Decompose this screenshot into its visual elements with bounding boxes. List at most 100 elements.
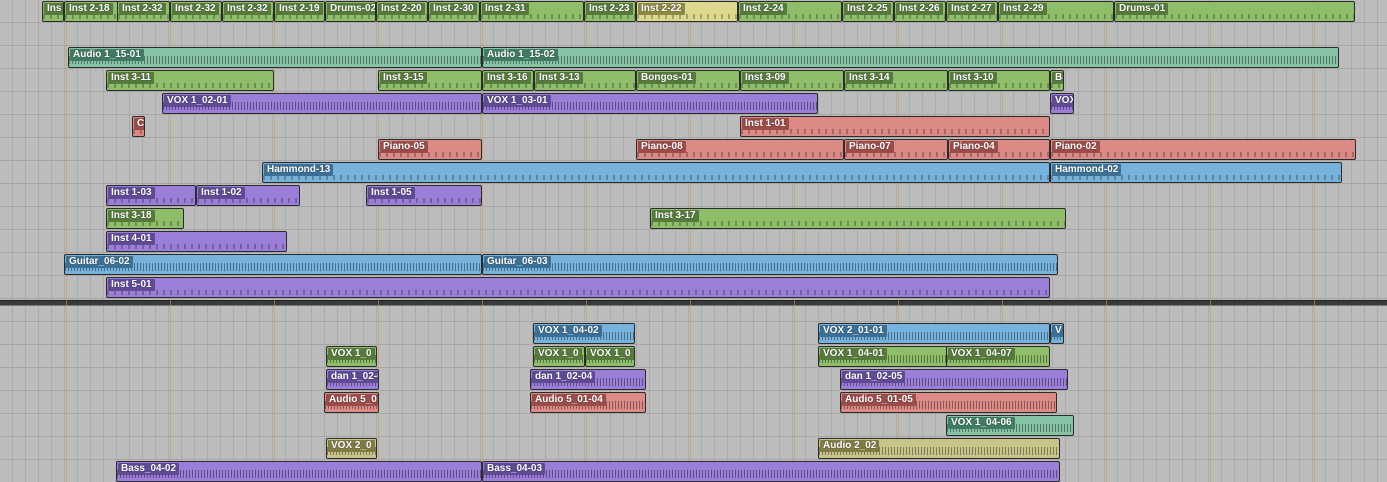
region-label: VOX 1_04-01 bbox=[820, 348, 887, 360]
midi-region[interactable]: Inst 1-01 bbox=[740, 116, 1050, 137]
region-label: Inst 3-13 bbox=[536, 72, 583, 84]
audio-region[interactable]: Audio 2_02 bbox=[818, 438, 1060, 459]
audio-region[interactable]: VOX 1_04-07 bbox=[946, 346, 1050, 367]
midi-region[interactable]: Inst 2-20 bbox=[376, 1, 428, 22]
region-label: dan 1_02-0 bbox=[328, 371, 378, 383]
audio-region[interactable]: dan 1_02-04 bbox=[530, 369, 646, 390]
bar-line bbox=[66, 0, 67, 482]
midi-region[interactable]: Inst 2-24 bbox=[738, 1, 842, 22]
arrange-area[interactable]: Ins Inst 2-18 Inst 2-32 Inst 2-32 Inst 2-32 I… bbox=[0, 0, 1387, 482]
region-label: Audio 1_15-02 bbox=[484, 49, 558, 61]
audio-region[interactable]: VOX 1_04-06 bbox=[946, 415, 1074, 436]
midi-region[interactable]: Inst 2-25 bbox=[842, 1, 894, 22]
audio-region[interactable]: VOX bbox=[1050, 93, 1074, 114]
midi-region[interactable]: Inst 2-31 bbox=[480, 1, 584, 22]
midi-region[interactable]: Ins bbox=[42, 1, 64, 22]
region-label: Audio 5_01-04 bbox=[532, 394, 606, 406]
midi-region[interactable]: Bongos-01 bbox=[636, 70, 740, 91]
region-label: Guitar_06-03 bbox=[484, 256, 551, 268]
midi-region[interactable]: Inst 4-01 bbox=[106, 231, 287, 252]
midi-region[interactable]: Hammond-13 bbox=[262, 162, 1050, 183]
midi-region[interactable]: Inst 3-16 bbox=[482, 70, 534, 91]
audio-region[interactable]: VOX 1_03-01 bbox=[482, 93, 818, 114]
bar-line bbox=[1210, 0, 1211, 482]
midi-region[interactable]: Inst 1-02 bbox=[196, 185, 300, 206]
audio-region[interactable]: Audio 1_15-02 bbox=[482, 47, 1339, 68]
midi-region[interactable]: Bo bbox=[1050, 70, 1064, 91]
midi-region[interactable]: Inst 2-18 bbox=[64, 1, 119, 22]
region-label: V bbox=[1052, 325, 1063, 337]
audio-region[interactable]: Bass_04-02 bbox=[116, 461, 482, 482]
audio-region[interactable]: VOX 1_0 bbox=[326, 346, 377, 367]
audio-region[interactable]: V bbox=[1050, 323, 1064, 344]
midi-region[interactable]: Drums-02 bbox=[325, 1, 376, 22]
region-label: dan 1_02-04 bbox=[532, 371, 596, 383]
midi-region[interactable]: Inst 2-32 bbox=[117, 1, 170, 22]
audio-region[interactable]: Audio 1_15-01 bbox=[68, 47, 482, 68]
audio-region[interactable]: VOX 1_0 bbox=[533, 346, 585, 367]
midi-region[interactable]: Inst 2-26 bbox=[894, 1, 946, 22]
track-area-divider[interactable] bbox=[0, 300, 1387, 306]
bar-line bbox=[1106, 0, 1107, 482]
region-label: Inst 2-24 bbox=[740, 3, 787, 15]
region-label: Inst 3-14 bbox=[846, 72, 893, 84]
audio-region[interactable]: Guitar_06-02 bbox=[64, 254, 482, 275]
region-label: dan 1_02-05 bbox=[842, 371, 906, 383]
region-label: Inst 3-15 bbox=[380, 72, 427, 84]
audio-region[interactable]: VOX 1_0 bbox=[585, 346, 635, 367]
midi-region[interactable]: Drums-01 bbox=[1114, 1, 1355, 22]
midi-region[interactable]: Inst 3-18 bbox=[106, 208, 184, 229]
midi-region[interactable]: Inst 5-01 bbox=[106, 277, 1050, 298]
audio-region[interactable]: Guitar_06-03 bbox=[482, 254, 1058, 275]
midi-region[interactable]: Piano-04 bbox=[948, 139, 1050, 160]
midi-region[interactable]: Hammond-02 bbox=[1050, 162, 1342, 183]
midi-region[interactable]: Inst 3-09 bbox=[740, 70, 844, 91]
region-label: Bass_04-02 bbox=[118, 463, 180, 475]
audio-region[interactable]: Audio 5_01-05 bbox=[840, 392, 1057, 413]
region-label: Inst 1-03 bbox=[108, 187, 155, 199]
midi-region[interactable]: Inst 1-03 bbox=[106, 185, 196, 206]
midi-region[interactable]: Inst 2-23 bbox=[584, 1, 636, 22]
midi-region[interactable]: Piano-08 bbox=[636, 139, 844, 160]
region-label: Bo bbox=[1052, 72, 1063, 84]
audio-region[interactable]: VOX 2_0 bbox=[326, 438, 377, 459]
midi-region[interactable]: Piano-07 bbox=[844, 139, 948, 160]
midi-region[interactable]: Inst 3-17 bbox=[650, 208, 1066, 229]
audio-region[interactable]: dan 1_02-05 bbox=[840, 369, 1068, 390]
audio-region[interactable]: dan 1_02-0 bbox=[326, 369, 379, 390]
audio-region[interactable]: VOX 1_02-01 bbox=[162, 93, 482, 114]
midi-region[interactable]: Inst 3-14 bbox=[844, 70, 948, 91]
region-label: VOX 2_0 bbox=[328, 440, 375, 452]
midi-region[interactable]: Inst 2-30 bbox=[428, 1, 480, 22]
midi-region[interactable]: Inst 2-22 bbox=[636, 1, 738, 22]
midi-region[interactable]: Inst 2-32 bbox=[170, 1, 222, 22]
region-label: Inst 2-30 bbox=[430, 3, 477, 15]
region-label: Guitar_06-02 bbox=[66, 256, 133, 268]
midi-region[interactable]: C bbox=[132, 116, 145, 137]
region-label: Inst 3-09 bbox=[742, 72, 789, 84]
region-label: Inst 5-01 bbox=[108, 279, 155, 291]
audio-region[interactable]: Bass_04-03 bbox=[482, 461, 1060, 482]
region-label: VOX 1_03-01 bbox=[484, 95, 551, 107]
midi-region[interactable]: Inst 3-13 bbox=[534, 70, 636, 91]
midi-region[interactable]: Piano-05 bbox=[378, 139, 482, 160]
region-label: VOX 1_0 bbox=[328, 348, 375, 360]
audio-region[interactable]: Audio 5_01-04 bbox=[530, 392, 646, 413]
midi-region[interactable]: Inst 3-15 bbox=[378, 70, 482, 91]
audio-region[interactable]: VOX 1_04-02 bbox=[533, 323, 635, 344]
midi-region[interactable]: Inst 1-05 bbox=[366, 185, 482, 206]
audio-region[interactable]: VOX 1_04-01 bbox=[818, 346, 948, 367]
midi-region[interactable]: Inst 3-10 bbox=[948, 70, 1050, 91]
audio-region[interactable]: Audio 5_0 bbox=[324, 392, 379, 413]
midi-region[interactable]: Inst 2-29 bbox=[998, 1, 1114, 22]
audio-region[interactable]: VOX 2_01-01 bbox=[818, 323, 1050, 344]
region-label: Piano-04 bbox=[950, 141, 998, 153]
midi-region[interactable]: Piano-02 bbox=[1050, 139, 1356, 160]
region-label: Piano-08 bbox=[638, 141, 686, 153]
region-label: Inst 2-32 bbox=[119, 3, 166, 15]
region-label: VOX 1_0 bbox=[587, 348, 634, 360]
midi-region[interactable]: Inst 2-19 bbox=[274, 1, 325, 22]
midi-region[interactable]: Inst 3-11 bbox=[106, 70, 274, 91]
midi-region[interactable]: Inst 2-27 bbox=[946, 1, 998, 22]
midi-region[interactable]: Inst 2-32 bbox=[222, 1, 274, 22]
